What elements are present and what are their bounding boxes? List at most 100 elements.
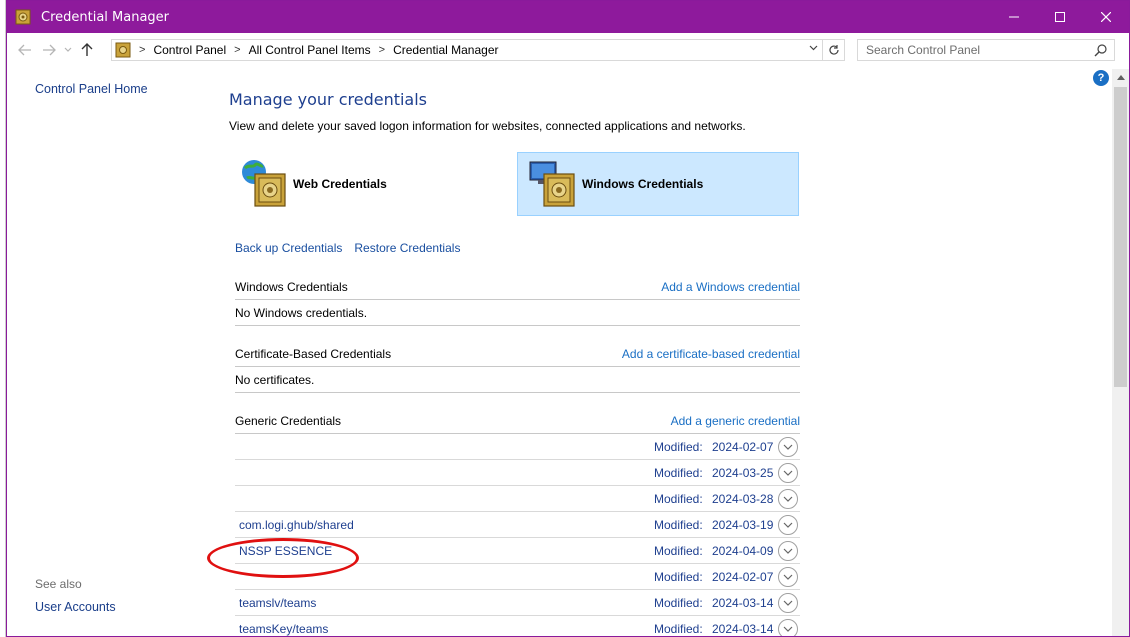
windows-credentials-tab[interactable]: Windows Credentials <box>517 152 799 216</box>
windows-credentials-section: Windows Credentials Add a Windows creden… <box>235 274 800 326</box>
back-arrow-icon <box>18 44 31 56</box>
vertical-scrollbar[interactable] <box>1112 69 1129 636</box>
scroll-up-button[interactable] <box>1112 69 1129 86</box>
forward-button[interactable] <box>37 38 61 62</box>
add-certificate-credential-link[interactable]: Add a certificate-based credential <box>622 347 800 361</box>
expand-button[interactable] <box>778 541 798 561</box>
chevron-down-icon <box>783 496 793 502</box>
recent-locations-button[interactable] <box>61 38 75 62</box>
user-accounts-link[interactable]: User Accounts <box>35 600 116 614</box>
add-windows-credential-link[interactable]: Add a Windows credential <box>661 280 800 294</box>
refresh-button[interactable] <box>822 40 844 60</box>
navigation-bar: > Control Panel > All Control Panel Item… <box>7 34 1129 66</box>
modified-date: 2024-02-07 <box>712 570 774 584</box>
red-annotation-ellipse <box>207 538 359 578</box>
modified-date: 2024-03-14 <box>712 596 774 610</box>
credential-row[interactable]: Modified: 2024-02-07 <box>235 434 800 460</box>
modified-label: Modified: <box>654 492 703 506</box>
section-header: Windows Credentials Add a Windows creden… <box>235 274 800 300</box>
modified-label: Modified: <box>654 440 703 454</box>
up-arrow-icon <box>81 43 93 56</box>
chevron-down-icon <box>783 470 793 476</box>
windows-credentials-vault-icon <box>529 161 575 207</box>
web-credentials-vault-icon <box>242 160 286 207</box>
modified-label: Modified: <box>654 518 703 532</box>
expand-button[interactable] <box>778 567 798 587</box>
up-button[interactable] <box>75 38 99 62</box>
modified-date: 2024-03-25 <box>712 466 774 480</box>
chevron-down-icon <box>783 444 793 450</box>
credential-row[interactable]: teamslv/teams Modified: 2024-03-14 <box>235 590 800 616</box>
close-button[interactable] <box>1083 1 1129 33</box>
credential-row[interactable]: Modified: 2024-03-28 <box>235 486 800 512</box>
windows-credentials-label: Windows Credentials <box>582 177 704 191</box>
add-generic-credential-link[interactable]: Add a generic credential <box>671 414 800 428</box>
breadcrumb-control-panel[interactable]: Control Panel <box>153 43 226 57</box>
chevron-down-icon <box>783 522 793 528</box>
section-empty-text: No Windows credentials. <box>235 300 800 326</box>
expand-button[interactable] <box>778 619 798 636</box>
expand-button[interactable] <box>778 515 798 535</box>
see-also-label: See also <box>35 577 82 591</box>
chevron-down-icon <box>783 574 793 580</box>
certificate-credentials-section: Certificate-Based Credentials Add a cert… <box>235 341 800 393</box>
maximize-button[interactable] <box>1037 1 1083 33</box>
section-header: Generic Credentials Add a generic creden… <box>235 408 800 434</box>
expand-button[interactable] <box>778 437 798 457</box>
chevron-down-icon <box>783 626 793 632</box>
credential-row[interactable]: com.logi.ghub/shared Modified: 2024-03-1… <box>235 512 800 538</box>
section-title: Generic Credentials <box>235 413 342 428</box>
expand-button[interactable] <box>778 593 798 613</box>
breadcrumb-all-items[interactable]: All Control Panel Items <box>249 43 371 57</box>
expand-button[interactable] <box>778 463 798 483</box>
maximize-icon <box>1055 12 1065 22</box>
web-credentials-tab[interactable]: Web Credentials <box>239 152 509 216</box>
credential-manager-icon <box>15 9 31 25</box>
chevron-down-icon <box>783 600 793 606</box>
section-title: Certificate-Based Credentials <box>235 346 392 361</box>
control-panel-home-link[interactable]: Control Panel Home <box>35 82 148 96</box>
modified-label: Modified: <box>654 596 703 610</box>
close-icon <box>1101 12 1111 22</box>
scroll-up-icon <box>1116 75 1125 80</box>
search-box[interactable] <box>857 39 1115 61</box>
search-icon[interactable] <box>1094 43 1108 57</box>
minimize-button[interactable] <box>991 1 1037 33</box>
modified-label: Modified: <box>654 544 703 558</box>
credential-row[interactable]: teamsKey/teams Modified: 2024-03-14 <box>235 616 800 636</box>
help-button[interactable]: ? <box>1093 70 1109 86</box>
expand-button[interactable] <box>778 489 798 509</box>
breadcrumb-separator-icon[interactable]: > <box>234 44 240 56</box>
modified-date: 2024-03-14 <box>712 622 774 636</box>
modified-date: 2024-03-28 <box>712 492 774 506</box>
credential-manager-window: Credential Manager > Control Panel > All… <box>6 0 1130 637</box>
generic-credentials-list: Modified: 2024-02-07 Modified: 2024-03-2… <box>235 434 800 636</box>
address-bar[interactable]: > Control Panel > All Control Panel Item… <box>111 39 845 61</box>
credential-name[interactable]: com.logi.ghub/shared <box>239 518 354 532</box>
credential-name[interactable]: teamslv/teams <box>239 596 316 610</box>
scrollbar-thumb[interactable] <box>1114 87 1127 387</box>
credential-row[interactable]: Modified: 2024-03-25 <box>235 460 800 486</box>
breadcrumb-separator-icon: > <box>139 44 146 56</box>
web-credentials-label: Web Credentials <box>293 177 387 191</box>
address-history-dropdown[interactable] <box>809 43 818 54</box>
search-input[interactable] <box>866 43 1086 57</box>
back-up-credentials-link[interactable]: Back up Credentials <box>235 241 342 255</box>
backup-restore-links: Back up Credentials Restore Credentials <box>235 241 460 255</box>
title-bar[interactable]: Credential Manager <box>7 1 1129 33</box>
modified-label: Modified: <box>654 622 703 636</box>
back-button[interactable] <box>13 38 37 62</box>
page-description: View and delete your saved logon informa… <box>229 119 746 133</box>
window-title: Credential Manager <box>41 9 170 25</box>
breadcrumb-separator-icon[interactable]: > <box>379 44 385 56</box>
breadcrumb-credential-manager[interactable]: Credential Manager <box>393 43 498 57</box>
chevron-down-icon <box>783 548 793 554</box>
control-panel-icon <box>115 42 131 58</box>
restore-credentials-link[interactable]: Restore Credentials <box>354 241 460 255</box>
refresh-icon <box>828 45 839 55</box>
modified-label: Modified: <box>654 570 703 584</box>
credential-name[interactable]: teamsKey/teams <box>239 622 328 636</box>
forward-arrow-icon <box>43 44 56 56</box>
modified-label: Modified: <box>654 466 703 480</box>
modified-date: 2024-02-07 <box>712 440 774 454</box>
